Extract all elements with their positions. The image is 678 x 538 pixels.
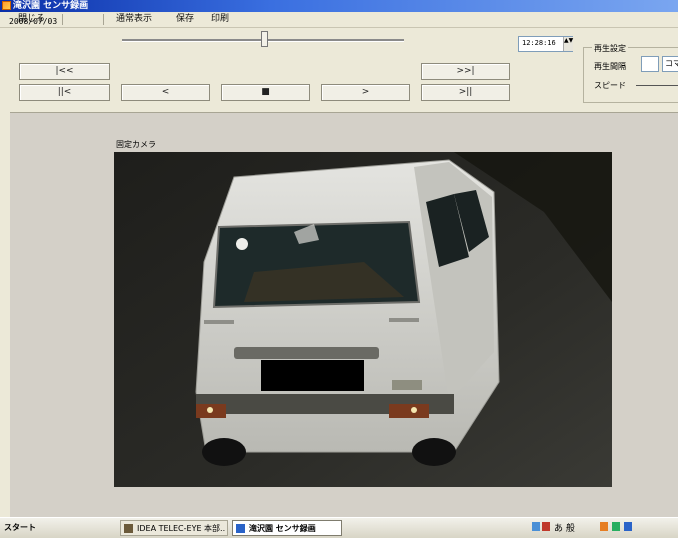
last-button[interactable]: >>| [421,63,510,80]
wheel-right [412,438,456,466]
playback-settings-title: 再生設定 [592,43,628,54]
interval-label: 再生間隔 [594,62,626,71]
license-plate-redacted [261,360,364,391]
reflector-left [207,407,213,413]
badge-lower [392,380,422,390]
tray-icon[interactable] [600,522,608,531]
stop-button[interactable]: ■ [221,84,310,101]
start-label: スタート [4,523,36,532]
app-icon [124,524,133,533]
speed-label: スピード [594,81,626,90]
handle-bar [234,347,379,359]
taskbar-app-label: 滝沢園 センサ録画 [249,524,316,533]
reflector-right [411,407,417,413]
timeline-slider-thumb[interactable] [261,31,268,47]
wheel-left [202,438,246,466]
menu-save[interactable]: 保存 [176,14,194,25]
badge-right [389,318,419,322]
menu-normal-view[interactable]: 通常表示 [116,14,152,25]
ime-indicator[interactable]: あ 般 [554,521,575,534]
interval-input[interactable] [641,56,659,72]
taskbar-app-teleceye[interactable]: IDEA TELEC-EYE 本部.. [120,520,228,536]
tail-light-right [389,404,429,418]
title-bar: 滝沢園 センサ録画 [0,0,678,12]
interval-unit-select[interactable]: コマ [662,56,678,72]
menu-separator [62,14,63,25]
camera-label: 固定カメラ [116,140,156,149]
speed-slider[interactable] [636,85,678,86]
first-button[interactable]: |<< [19,63,110,80]
menu-print[interactable]: 印刷 [211,14,229,25]
window-title: 滝沢園 センサ録画 [13,1,89,11]
system-tray: あ 般 [530,519,678,536]
prev-frame-button[interactable]: ||< [19,84,110,101]
tray-icon[interactable] [624,522,632,531]
forward-button[interactable]: > [321,84,410,101]
window-sticker [236,238,248,250]
recording-date: 2008/07/03 [9,17,58,26]
badge-left [204,320,234,324]
tray-icon[interactable] [612,522,620,531]
menu-bar: 閉じる 通常表示 保存 印刷 [0,12,678,28]
taskbar-app-recorder[interactable]: 滝沢園 センサ録画 [232,520,342,536]
tray-icon[interactable] [532,522,540,531]
time-value: 12:28:16 [522,39,556,47]
back-button[interactable]: < [121,84,210,101]
time-spinner[interactable]: ▲▼ [563,37,573,51]
tray-icon[interactable] [542,522,550,531]
app-icon [2,1,11,10]
taskbar-app-label: IDEA TELEC-EYE 本部.. [137,524,226,533]
start-button[interactable]: スタート [0,519,48,536]
next-frame-button[interactable]: >|| [421,84,510,101]
menu-separator [103,14,104,25]
camera-video-frame [114,152,612,487]
app-icon [236,524,245,533]
